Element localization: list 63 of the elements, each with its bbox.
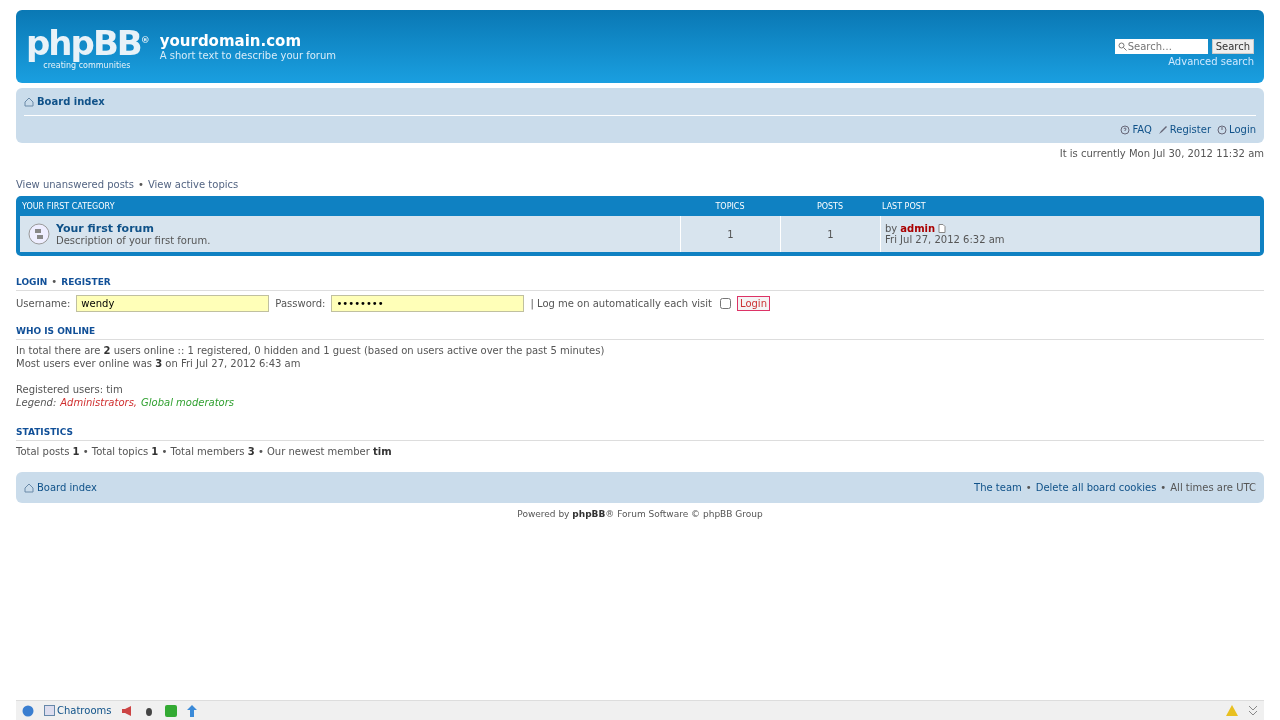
document-icon[interactable] (938, 224, 947, 233)
footer-link[interactable]: The team (974, 482, 1022, 493)
nav-link[interactable]: Register (1157, 124, 1211, 135)
search-field[interactable]: Search… (1114, 38, 1208, 54)
separator-dot: • (51, 276, 58, 287)
section-heading[interactable]: REGISTER (61, 276, 111, 287)
column-header: YOUR FIRST CATEGORY (21, 201, 116, 211)
help-icon (1120, 124, 1131, 135)
chat-icon (44, 705, 55, 716)
timezone-text: All times are UTC (1170, 482, 1256, 493)
forum-title[interactable]: Your first forum (56, 222, 211, 235)
footer-link[interactable]: Delete all board cookies (1035, 482, 1157, 493)
current-time: It is currently Mon Jul 30, 2012 11:32 am (1059, 148, 1264, 159)
pencil-icon (1157, 124, 1168, 135)
column-header: LAST POST (881, 201, 927, 211)
nav-link[interactable]: Login (1217, 124, 1256, 135)
site-description: A short text to describe your forum (159, 50, 338, 61)
statistics-text: Total posts 1 • Total topics 1 • Total members 3 • Our newest member tim (16, 445, 393, 458)
separator-dot: • (1025, 482, 1032, 493)
separator-dot: • (1160, 482, 1167, 493)
author-link[interactable]: admin (900, 223, 936, 234)
table-cell: 1 (827, 228, 834, 240)
section-title: WHO IS ONLINE (16, 326, 96, 336)
separator-dot: • (137, 179, 144, 190)
legend-group[interactable]: Administrators, (60, 396, 137, 409)
home-icon (24, 96, 34, 107)
remember-label: | Log me on automatically each visit (530, 298, 712, 309)
chatrooms-button[interactable]: Chatrooms (44, 705, 112, 716)
column-header: TOPICS (714, 201, 746, 211)
section-title: STATISTICS (16, 427, 73, 437)
post-time: Fri Jul 27, 2012 6:32 am (885, 234, 1006, 245)
up-arrow-icon[interactable] (187, 704, 198, 717)
forum-description: Description of your first forum. (56, 235, 211, 246)
password-field[interactable]: •••••••• (331, 295, 525, 312)
field-label: Username: (16, 298, 71, 309)
registered-users: Registered users: tim (16, 384, 123, 395)
megaphone-icon[interactable] (121, 704, 134, 717)
by-label: by (885, 223, 898, 234)
table-cell: 1 (727, 228, 734, 240)
section-heading[interactable]: LOGIN (16, 276, 48, 287)
breadcrumb-link[interactable]: Board index (24, 482, 97, 493)
field-label: Password: (275, 298, 326, 309)
nav-link[interactable]: FAQ (1120, 124, 1152, 135)
legend-label: Legend: (16, 396, 57, 409)
logo[interactable]: phpBB$^{®}$ (26, 23, 148, 61)
online-text: In total there are 2 users online :: 1 registered, 0 hidden and 1 guest (based on users active over the past 5 minutes) Most users ever online was 3 on Fri Jul 27, 2012 6:43 am (16, 344, 606, 370)
remember-checkbox[interactable] (720, 298, 731, 309)
forum-icon (28, 223, 50, 245)
breadcrumb-link[interactable]: Board index (24, 96, 105, 107)
username-field[interactable]: wendy (76, 295, 270, 312)
column-header: POSTS (815, 201, 845, 211)
globe-icon[interactable] (22, 704, 34, 717)
quick-link[interactable]: View active topics (147, 179, 239, 190)
power-icon (1217, 124, 1227, 135)
collapse-icon[interactable] (1248, 705, 1258, 716)
home-icon (24, 482, 34, 493)
login-button[interactable]: Login (737, 296, 770, 311)
legend-group[interactable]: Global moderators (141, 396, 235, 409)
search-icon (1117, 41, 1127, 51)
quick-link[interactable]: View unanswered posts (16, 179, 134, 190)
site-title: yourdomain.com (159, 32, 303, 50)
powered-by: Powered by phpBB® Forum Software © phpBB Group (516, 509, 764, 519)
search-button[interactable]: Search (1211, 38, 1254, 54)
